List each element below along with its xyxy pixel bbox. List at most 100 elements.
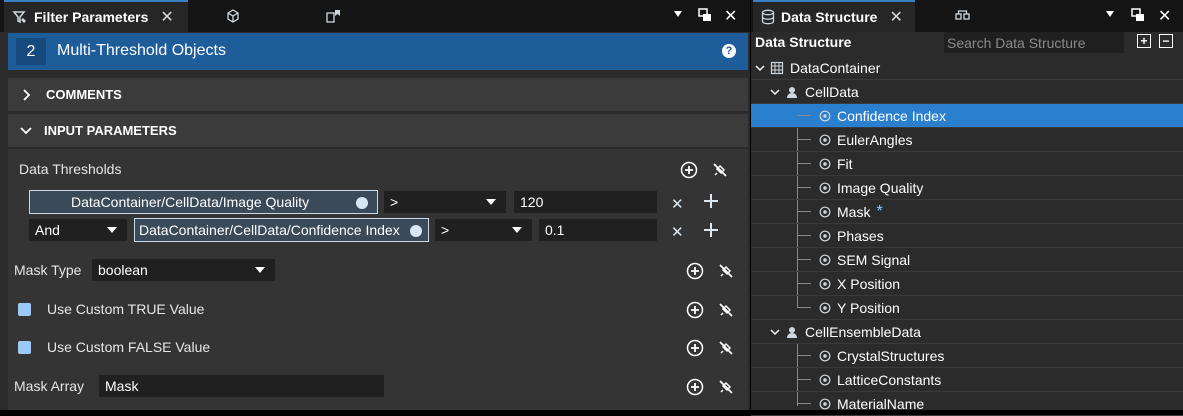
created-array-marker: * [876, 202, 883, 220]
tree-guide [797, 211, 811, 212]
tab-structure-tree[interactable] [955, 0, 975, 32]
threshold-path-1[interactable]: DataContainer/CellData/Image Quality [29, 190, 378, 214]
close-icon[interactable]: ✕ [160, 7, 173, 27]
tab-filter-parameters[interactable]: Filter Parameters ✕ [4, 0, 188, 32]
float-icon[interactable] [698, 8, 712, 22]
tree-guide [797, 163, 811, 164]
data-array-icon [819, 398, 831, 410]
expand-all-icon[interactable]: + [1137, 34, 1151, 48]
search-input[interactable]: Search Data Structure [944, 32, 1124, 53]
add-row-icon[interactable] [703, 222, 719, 238]
comments-label: COMMENTS [46, 87, 122, 102]
remove-link-icon[interactable] [717, 378, 735, 396]
threshold-value-2[interactable]: 0.1 [539, 219, 657, 241]
chevron-down-icon[interactable] [765, 322, 785, 342]
panel-menu-icon[interactable] [674, 11, 682, 17]
threshold-value-1[interactable]: 120 [514, 191, 657, 213]
remove-link-icon[interactable] [711, 161, 729, 179]
logic-dropdown-2[interactable]: And [29, 219, 127, 241]
remove-row-icon[interactable]: ✕ [671, 223, 684, 241]
threshold-value-2-text: 0.1 [545, 222, 565, 238]
chevron-down-icon [107, 227, 117, 233]
tree-row-celldata[interactable]: CellData [751, 80, 1183, 104]
input-parameters-section-header[interactable]: INPUT PARAMETERS [8, 114, 748, 147]
add-icon[interactable] [680, 161, 698, 179]
panel-menu-icon[interactable] [1106, 11, 1114, 17]
tree-guide [797, 139, 811, 140]
logic-value-2: And [35, 222, 60, 238]
drag-target-icon[interactable] [404, 219, 428, 241]
drag-target-icon[interactable] [347, 191, 377, 213]
tab-filter-parameters-label: Filter Parameters [34, 9, 149, 25]
tree-row-array[interactable]: EulerAngles [751, 128, 1183, 152]
tree-label: DataContainer [790, 59, 881, 76]
close-panel-icon[interactable]: ✕ [724, 6, 737, 26]
tree-label: Fit [837, 155, 853, 172]
add-icon[interactable] [686, 339, 704, 357]
tree-label: MaterialName [837, 395, 925, 412]
data-array-icon [819, 110, 831, 122]
filter-index: 2 [16, 38, 46, 65]
help-icon[interactable]: ? [722, 44, 736, 58]
close-panel-icon[interactable]: ✕ [1158, 6, 1171, 26]
add-icon[interactable] [686, 262, 704, 280]
attribute-matrix-icon [785, 325, 799, 339]
tree-row-array[interactable]: Image Quality [751, 176, 1183, 200]
tree-row-array[interactable]: CrystalStructures [751, 344, 1183, 368]
tree-row-array[interactable]: Fit [751, 152, 1183, 176]
tree-guide [797, 187, 811, 188]
tree-label: Mask [837, 203, 871, 220]
threshold-path-1-text: DataContainer/CellData/Image Quality [71, 194, 310, 210]
chevron-down-icon [20, 126, 32, 136]
mask-array-input[interactable]: Mask [99, 375, 384, 397]
custom-false-label: Use Custom FALSE Value [47, 339, 211, 355]
tree-label: CrystalStructures [837, 347, 945, 364]
remove-row-icon[interactable]: ✕ [671, 195, 684, 213]
collapse-all-icon[interactable]: − [1159, 34, 1173, 48]
tree-label: SEM Signal [837, 251, 911, 268]
float-icon[interactable] [1131, 8, 1145, 22]
tree-label: X Position [837, 275, 901, 292]
tree-row-array[interactable]: Y Position [751, 296, 1183, 320]
tree-label: Phases [837, 227, 884, 244]
tab-data-structure[interactable]: Data Structure ✕ [753, 0, 915, 32]
operator-dropdown-2[interactable]: > [435, 219, 532, 241]
filter-title: Multi-Threshold Objects [57, 42, 226, 59]
tree-row-cellensembledata[interactable]: CellEnsembleData [751, 320, 1183, 344]
add-row-icon[interactable] [703, 193, 719, 209]
chevron-down-icon[interactable] [765, 82, 785, 102]
tab-bookmarks[interactable] [325, 0, 349, 32]
tree-row-array[interactable]: X Position [751, 272, 1183, 296]
tree-row-datacontainer[interactable]: DataContainer [751, 56, 1183, 80]
add-icon[interactable] [686, 301, 704, 319]
tree-label: Image Quality [837, 179, 924, 196]
data-array-icon [819, 230, 831, 242]
tab-data-structure-label: Data Structure [781, 9, 878, 25]
operator-value-1: > [390, 194, 399, 210]
threshold-path-2[interactable]: DataContainer/CellData/Confidence Index [134, 218, 429, 242]
chevron-down-icon[interactable] [750, 58, 770, 78]
remove-link-icon[interactable] [717, 339, 735, 357]
close-icon[interactable]: ✕ [889, 7, 902, 27]
custom-false-checkbox[interactable] [18, 341, 31, 354]
mask-array-value: Mask [105, 378, 139, 394]
tree-guide [797, 355, 811, 356]
tree-row-array[interactable]: Confidence Index [751, 104, 1183, 128]
comments-section-header[interactable]: COMMENTS [8, 78, 748, 111]
mask-type-dropdown[interactable]: boolean [92, 259, 275, 281]
add-icon[interactable] [686, 378, 704, 396]
tree-row-array[interactable]: MaterialName [751, 392, 1183, 416]
tree-row-array[interactable]: LatticeConstants [751, 368, 1183, 392]
pipeline-icon [225, 8, 241, 24]
remove-link-icon[interactable] [717, 301, 735, 319]
remove-link-icon[interactable] [717, 262, 735, 280]
operator-dropdown-1[interactable]: > [384, 191, 506, 213]
tab-pipeline[interactable] [225, 0, 249, 32]
data-array-icon [819, 158, 831, 170]
mask-type-label: Mask Type [14, 262, 82, 278]
tree-row-array[interactable]: Phases [751, 224, 1183, 248]
custom-true-checkbox[interactable] [18, 303, 31, 316]
tree-row-array[interactable]: SEM Signal [751, 248, 1183, 272]
tree-row-array[interactable]: Mask * [751, 200, 1183, 224]
custom-true-label: Use Custom TRUE Value [47, 301, 205, 317]
